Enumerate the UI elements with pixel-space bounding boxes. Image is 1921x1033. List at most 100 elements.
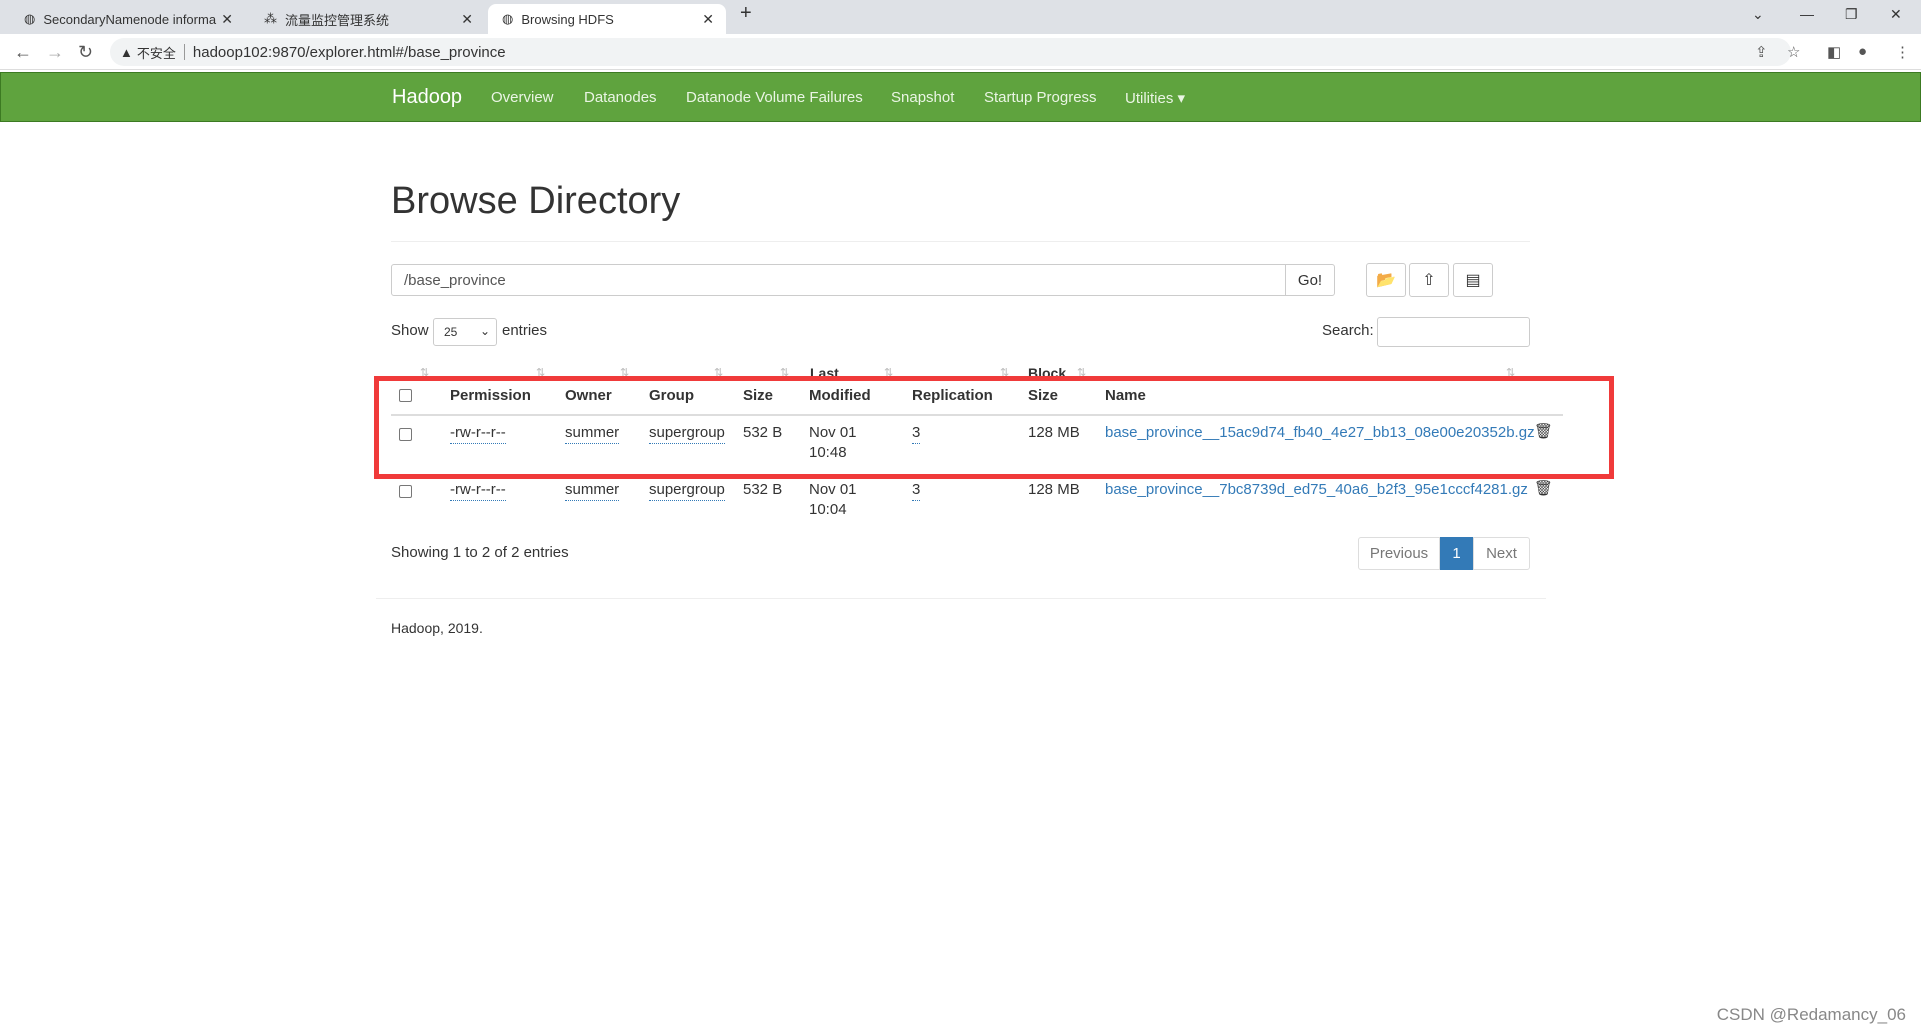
sort-icon[interactable]: ⇅: [884, 366, 893, 379]
nav-volume-failures[interactable]: Datanode Volume Failures: [686, 89, 863, 106]
upload-button[interactable]: ⇧: [1409, 263, 1449, 297]
col-group[interactable]: Group: [649, 387, 694, 404]
activity-icon: ⁂: [264, 11, 277, 26]
star-icon[interactable]: ☆: [1787, 43, 1800, 61]
col-modified[interactable]: Modified: [809, 387, 871, 404]
divider: [391, 241, 1530, 242]
page-1-button[interactable]: 1: [1440, 537, 1473, 570]
sort-icon[interactable]: ⇅: [780, 366, 789, 379]
search-label: Search:: [1322, 322, 1374, 339]
sidepanel-icon[interactable]: ◧: [1827, 43, 1841, 61]
modified-date: Nov 01: [809, 424, 857, 441]
select-all-checkbox[interactable]: [399, 389, 412, 402]
cloud-upload-icon: ⇧: [1422, 272, 1436, 289]
brand[interactable]: Hadoop: [392, 86, 462, 109]
search-input[interactable]: [1377, 317, 1530, 347]
modified-date: Nov 01: [809, 481, 857, 498]
modified-time: 10:48: [809, 444, 847, 461]
row-checkbox[interactable]: [399, 428, 412, 441]
watermark: CSDN @Redamancy_06: [1716, 1005, 1906, 1024]
path-input[interactable]: [391, 264, 1286, 296]
permission[interactable]: -rw-r--r--: [450, 480, 506, 501]
trash-icon[interactable]: 🗑: [1534, 479, 1553, 499]
owner: summer: [565, 423, 620, 444]
create-directory-button[interactable]: 📂: [1366, 263, 1406, 297]
showing-info: Showing 1 to 2 of 2 entries: [391, 544, 569, 561]
trash-icon[interactable]: 🗑: [1534, 422, 1553, 442]
file-name-link[interactable]: base_province__15ac9d74_fb40_4e27_bb13_0…: [1105, 423, 1535, 443]
nav-datanodes[interactable]: Datanodes: [584, 89, 657, 106]
group: supergroup: [649, 480, 725, 501]
block-size: 128 MB: [1028, 481, 1080, 498]
permission[interactable]: -rw-r--r--: [450, 423, 506, 444]
close-window-button[interactable]: ✕: [1890, 6, 1902, 23]
url-field[interactable]: ▲ 不安全 hadoop102:9870/explorer.html#/base_p…: [110, 38, 1791, 66]
sort-icon[interactable]: ⇅: [1000, 366, 1009, 379]
close-tab-icon[interactable]: ✕: [702, 11, 714, 28]
next-button[interactable]: Next: [1473, 537, 1530, 570]
group: supergroup: [649, 423, 725, 444]
sort-icon[interactable]: ⇅: [536, 366, 545, 379]
chevron-down-icon: ⌄: [479, 324, 490, 338]
back-icon[interactable]: ←: [14, 42, 32, 63]
nav-snapshot[interactable]: Snapshot: [891, 89, 954, 106]
header-block: Block: [1028, 365, 1067, 377]
replication[interactable]: 3: [912, 480, 921, 501]
close-tab-icon[interactable]: ✕: [221, 11, 233, 28]
modified-time: 10:04: [809, 501, 847, 518]
forward-icon[interactable]: →: [46, 42, 64, 63]
profile-icon[interactable]: ●: [1858, 43, 1867, 60]
list-icon: ▤: [1465, 272, 1481, 289]
header-divider: [391, 414, 1563, 416]
tab-bar: ◍ SecondaryNamenode informa ✕ ⁂ 流量监控管理系统 ✕ ◍…: [0, 0, 1921, 34]
sort-icon[interactable]: ⇅: [1506, 366, 1515, 379]
warning-icon: ▲: [120, 44, 133, 60]
go-button[interactable]: Go!: [1285, 264, 1335, 296]
size: 532 B: [743, 481, 783, 498]
replication[interactable]: 3: [912, 423, 921, 444]
file-name-link[interactable]: base_province__7bc8739d_ed75_40a6_b2f3_9…: [1105, 480, 1528, 500]
show-label: Show: [391, 322, 429, 339]
row-checkbox[interactable]: [399, 485, 412, 498]
owner: summer: [565, 480, 620, 501]
nav-utilities[interactable]: Utilities ▾: [1125, 89, 1185, 107]
globe-icon: ◍: [24, 11, 36, 26]
tab-browsing-hdfs[interactable]: ◍ Browsing HDFS ✕: [488, 4, 726, 34]
tab-traffic-monitor[interactable]: ⁂ 流量监控管理系统 ✕: [250, 4, 485, 34]
address-bar: ← → ↻ ▲ 不安全 hadoop102:9870/explorer.html#/…: [0, 34, 1921, 70]
sort-icon[interactable]: ⇅: [420, 366, 429, 379]
share-icon[interactable]: ⇪: [1755, 43, 1768, 61]
previous-button[interactable]: Previous: [1358, 537, 1440, 570]
footer-text: Hadoop, 2019.: [391, 620, 483, 636]
block-size: 128 MB: [1028, 424, 1080, 441]
entries-label: entries: [502, 322, 548, 339]
sort-icon[interactable]: ⇅: [1077, 366, 1086, 379]
col-block-size[interactable]: Size: [1028, 387, 1058, 404]
sort-icon[interactable]: ⇅: [714, 366, 723, 379]
globe-icon: ◍: [502, 11, 514, 26]
restore-button[interactable]: ❐: [1845, 6, 1858, 23]
close-tab-icon[interactable]: ✕: [461, 11, 473, 28]
hadoop-navbar: Hadoop Overview Datanodes Datanode Volum…: [0, 72, 1921, 122]
cut-paste-button[interactable]: ▤: [1453, 263, 1493, 297]
sort-icon[interactable]: ⇅: [620, 366, 629, 379]
tab-secondarynamenode[interactable]: ◍ SecondaryNamenode informa ✕: [10, 4, 245, 34]
menu-icon[interactable]: ⋮: [1895, 43, 1910, 61]
minimize-button[interactable]: —: [1800, 6, 1814, 22]
entries-select[interactable]: 25 ⌄: [433, 318, 497, 346]
col-name[interactable]: Name: [1105, 387, 1146, 404]
col-replication[interactable]: Replication: [912, 387, 993, 404]
header-last: Last: [810, 365, 839, 377]
size: 532 B: [743, 424, 783, 441]
tab-search-icon[interactable]: ⌄: [1752, 6, 1764, 23]
nav-overview[interactable]: Overview: [491, 89, 554, 106]
new-tab-button[interactable]: +: [740, 2, 752, 25]
folder-open-icon: 📂: [1376, 272, 1396, 289]
reload-icon[interactable]: ↻: [78, 42, 93, 63]
divider: [376, 598, 1546, 599]
col-size[interactable]: Size: [743, 387, 773, 404]
nav-startup-progress[interactable]: Startup Progress: [984, 89, 1097, 106]
col-owner[interactable]: Owner: [565, 387, 612, 404]
page-title: Browse Directory: [391, 180, 681, 222]
col-permission[interactable]: Permission: [450, 387, 531, 404]
